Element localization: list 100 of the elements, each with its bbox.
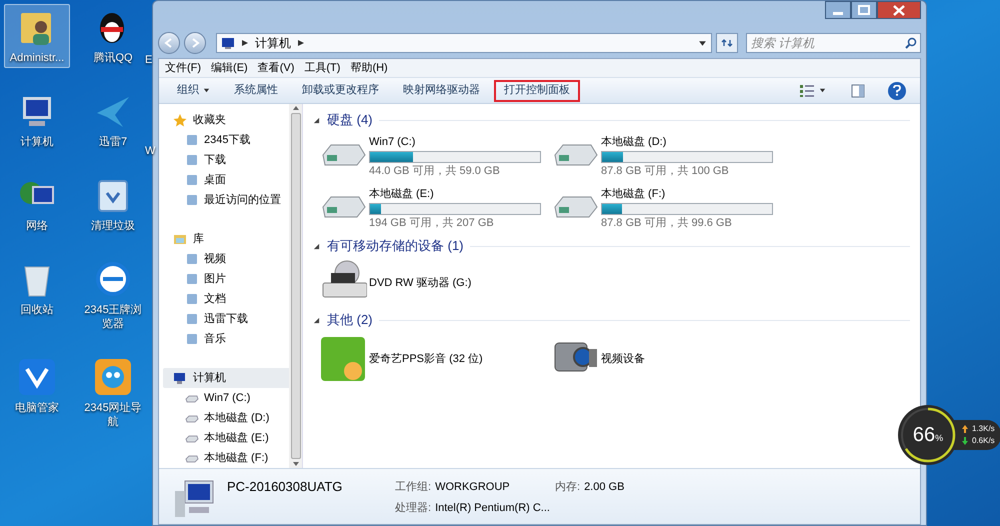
nav-item[interactable]: 桌面: [163, 170, 289, 190]
drive-item[interactable]: 爱奇艺PPS影音 (32 位): [319, 331, 551, 387]
nav-group[interactable]: 计算机: [163, 368, 289, 388]
drive-item[interactable]: 本地磁盘 (D:) 87.8 GB 可用，共 100 GB: [551, 131, 783, 183]
menu-item[interactable]: 帮助(H): [350, 60, 388, 76]
help-button[interactable]: [888, 82, 906, 100]
close-button[interactable]: [877, 1, 921, 19]
group-toggle[interactable]: [313, 242, 321, 250]
close-icon: [893, 4, 905, 16]
expand-arrow-icon: [313, 116, 320, 124]
folder-icon: [185, 272, 199, 286]
field-label: 处理器:: [395, 500, 432, 516]
computer-name: PC-20160308UATG: [227, 478, 344, 496]
nav-item[interactable]: 视频: [163, 249, 289, 269]
folder-icon: [185, 193, 199, 207]
group-toggle[interactable]: [313, 316, 321, 324]
nav-item[interactable]: 最近访问的位置: [163, 190, 289, 210]
desktop-icon[interactable]: 计算机: [4, 88, 70, 152]
toolbar-button[interactable]: 组织: [167, 80, 220, 102]
browser-icon: [93, 259, 133, 299]
search-field[interactable]: 搜索 计算机: [746, 33, 921, 53]
minimize-icon: [833, 12, 843, 15]
desktop-icon[interactable]: 腾讯QQ: [80, 4, 146, 68]
capacity-text: 87.8 GB 可用，共 99.6 GB: [601, 216, 733, 231]
expand-arrow-icon: [313, 242, 320, 250]
caret-icon: [819, 87, 826, 94]
chevron-icon: [297, 39, 305, 47]
usage-percent: 66: [912, 423, 936, 448]
nav-item[interactable]: 本地磁盘 (E:): [163, 428, 289, 448]
maximize-button[interactable]: [851, 1, 877, 19]
nav-item[interactable]: 下载: [163, 150, 289, 170]
item-name: 爱奇艺PPS影音 (32 位): [369, 352, 483, 366]
shield-icon: [17, 357, 57, 397]
menu-item[interactable]: 工具(T): [304, 60, 340, 76]
address-bar[interactable]: 计算机: [216, 33, 712, 53]
drive-item[interactable]: 视频设备: [551, 331, 783, 387]
download-speed: 0.6K/s: [972, 435, 995, 447]
desktop-icon[interactable]: 回收站: [4, 256, 70, 334]
desktop-icon[interactable]: 网络: [4, 172, 70, 236]
nav-item[interactable]: 迅雷下载: [163, 309, 289, 329]
drive-item[interactable]: 本地磁盘 (F:) 87.8 GB 可用，共 99.6 GB: [551, 183, 783, 235]
desktop-icon[interactable]: 清理垃圾: [80, 172, 146, 236]
folder-icon: [185, 292, 199, 306]
drive-item[interactable]: DVD RW 驱动器 (G:): [319, 257, 551, 309]
item-name: Win7 (C:): [369, 135, 416, 150]
back-button[interactable]: [158, 32, 180, 54]
minimize-button[interactable]: [825, 1, 851, 19]
folder-icon: [185, 153, 199, 167]
item-name: 本地磁盘 (F:): [601, 187, 666, 202]
nav-item[interactable]: 本地磁盘 (D:): [163, 408, 289, 428]
field-value: WORKGROUP: [435, 480, 510, 495]
nav-item[interactable]: Win7 (C:): [163, 388, 289, 408]
group-header: 有可移动存储的设备 (1): [327, 237, 464, 256]
desktop-icon-label: E: [145, 53, 152, 68]
item-name: 本地磁盘 (D:): [601, 135, 668, 150]
item-name: DVD RW 驱动器 (G:): [369, 276, 472, 290]
toolbar-button[interactable]: 系统属性: [224, 80, 288, 102]
menu-item[interactable]: 文件(F): [165, 60, 202, 76]
nav-item[interactable]: 文档: [163, 289, 289, 309]
field-label: 工作组:: [395, 480, 432, 495]
folder-icon: [185, 133, 199, 147]
expand-arrow-icon: [313, 316, 320, 324]
desktop-icon[interactable]: 电脑管家: [4, 354, 70, 432]
nav-icon: [173, 232, 187, 246]
scrollbar-thumb[interactable]: [290, 113, 300, 459]
app-icon: [319, 335, 367, 383]
upload-speed: 1.3K/s: [972, 423, 995, 435]
toolbar-button[interactable]: 打开控制面板: [494, 80, 580, 102]
group-toggle[interactable]: [313, 116, 321, 124]
field-label: 内存:: [555, 480, 580, 495]
drive-item[interactable]: Win7 (C:) 44.0 GB 可用，共 59.0 GB: [319, 131, 551, 183]
menu-item[interactable]: 查看(V): [258, 60, 294, 76]
drive-item[interactable]: 本地磁盘 (E:) 194 GB 可用，共 207 GB: [319, 183, 551, 235]
item-name: 本地磁盘 (E:): [369, 187, 435, 202]
toolbar-button[interactable]: 卸载或更改程序: [292, 80, 389, 102]
capacity-text: 44.0 GB 可用，共 59.0 GB: [369, 164, 501, 179]
menu-item[interactable]: 编辑(E): [211, 60, 248, 76]
preview-pane-icon: [851, 84, 865, 98]
nav-group[interactable]: 收藏夹: [163, 110, 289, 130]
folder-icon: [185, 312, 199, 326]
nav-item[interactable]: 图片: [163, 269, 289, 289]
octopus-icon: [93, 357, 133, 397]
desktop-icon[interactable]: 2345网址导航: [80, 354, 146, 432]
toolbar-button[interactable]: 映射网络驱动器: [393, 80, 490, 102]
group-header: 其他 (2): [327, 311, 372, 330]
computer-icon: [221, 36, 235, 50]
group-header: 硬盘 (4): [327, 111, 372, 130]
folder-icon: [185, 173, 199, 187]
forward-button[interactable]: [184, 32, 206, 54]
desktop-icon[interactable]: Administr...: [4, 4, 70, 68]
nav-item[interactable]: 2345下载: [163, 130, 289, 150]
nav-item[interactable]: 音乐: [163, 329, 289, 349]
desktop-icon[interactable]: 迅雷7: [80, 88, 146, 152]
capacity-text: 87.8 GB 可用，共 100 GB: [601, 164, 730, 179]
list-view-icon: [799, 84, 815, 98]
desktop-icon[interactable]: 2345王牌浏览器: [80, 256, 146, 334]
refresh-button[interactable]: [716, 33, 738, 53]
nav-item[interactable]: 本地磁盘 (F:): [163, 448, 289, 468]
search-icon: [905, 37, 917, 49]
download-arrow-icon: [962, 437, 968, 445]
